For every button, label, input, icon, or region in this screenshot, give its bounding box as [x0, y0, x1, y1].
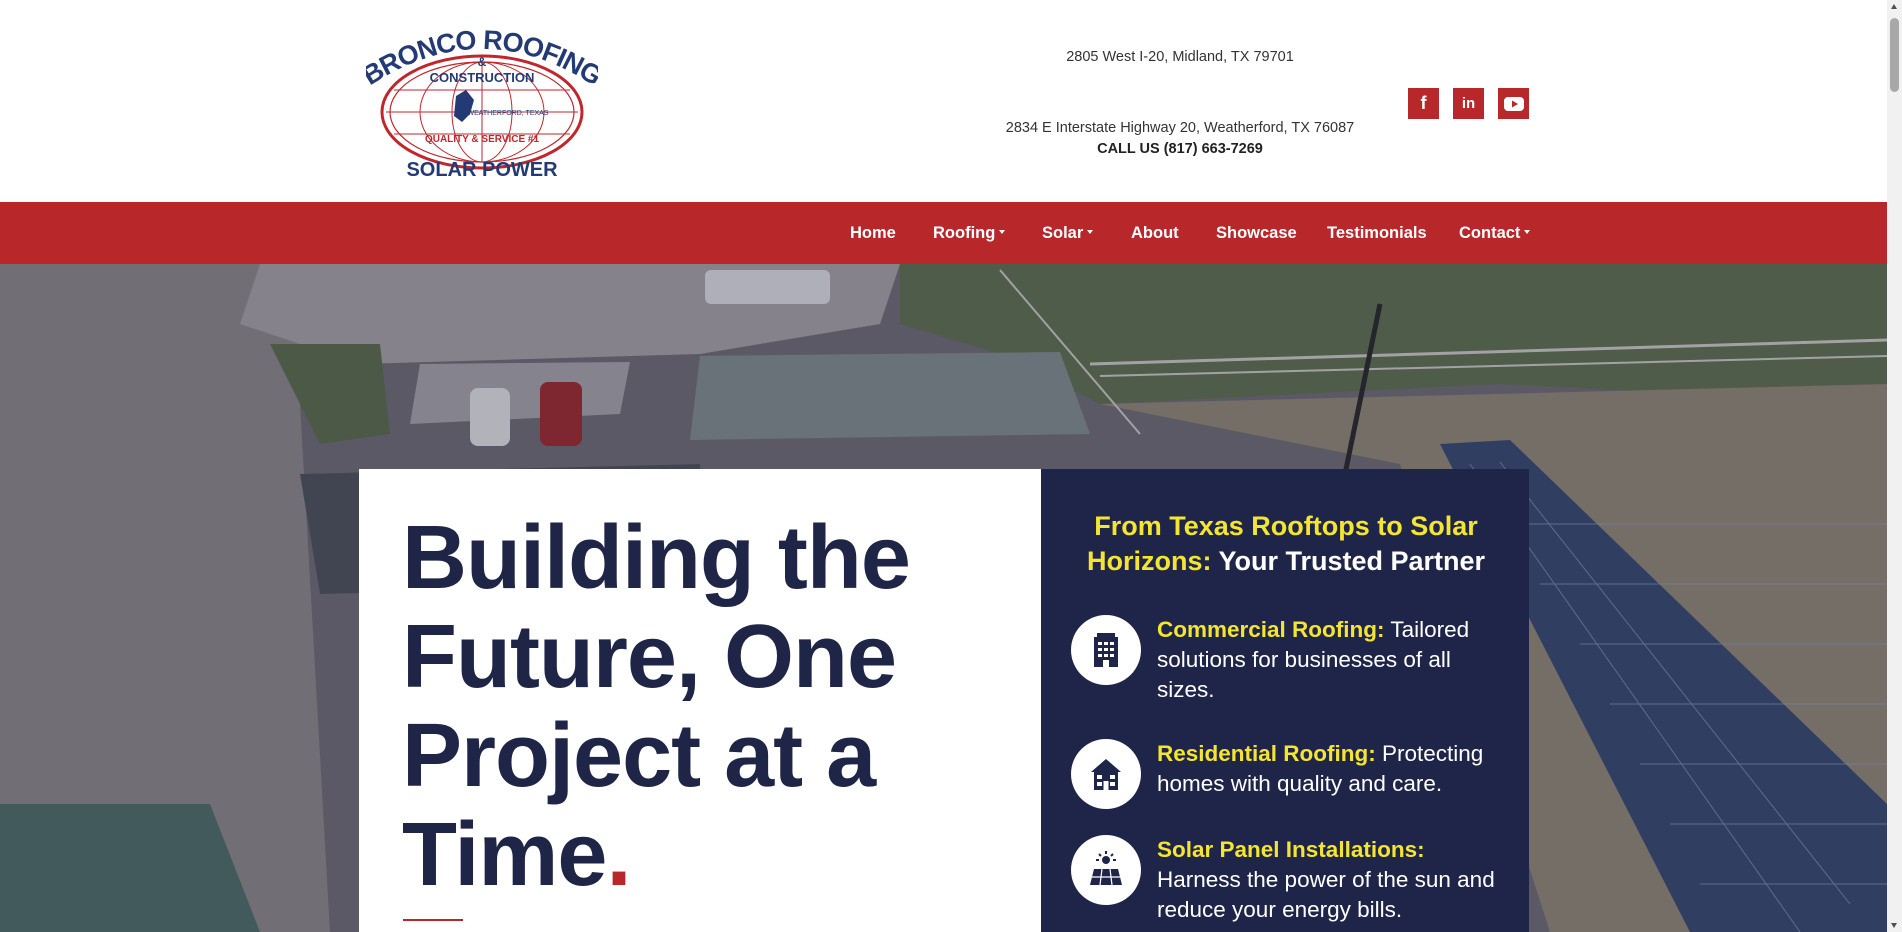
services-card: From Texas Rooftops to Solar Horizons: Y…	[1041, 469, 1529, 932]
youtube-link[interactable]	[1498, 88, 1529, 119]
nav-showcase-label: Showcase	[1216, 224, 1297, 242]
solar-panel-icon	[1071, 835, 1141, 905]
logo-line2: CONSTRUCTION	[430, 70, 535, 85]
headline-line-3: Project at a	[402, 706, 876, 806]
nav-contact[interactable]: Contact	[1459, 202, 1531, 264]
nav-solar-label: Solar	[1042, 224, 1084, 242]
facebook-icon: f	[1420, 93, 1427, 113]
house-icon	[1071, 739, 1141, 809]
feature-residential-title: Residential Roofing:	[1157, 741, 1376, 766]
tagline-rest: Your Trusted Partner	[1211, 546, 1486, 576]
feature-solar-title: Solar Panel Installations:	[1157, 837, 1425, 862]
services-tagline: From Texas Rooftops to Solar Horizons: Y…	[1071, 509, 1501, 579]
hero-headline-card: Building the Future, One Project at a Ti…	[359, 469, 1041, 932]
linkedin-link[interactable]: in	[1453, 88, 1484, 119]
site-header: BRONCO ROOFING & CONSTRUCTION WEATHERFOR…	[0, 0, 1887, 202]
headline-line-2: Future, One	[402, 607, 897, 707]
scroll-up-arrow-icon[interactable]	[1891, 4, 1897, 9]
feature-solar-text: Solar Panel Installations: Harness the p…	[1157, 835, 1497, 925]
nav-home[interactable]: Home	[850, 202, 896, 264]
nav-roofing[interactable]: Roofing	[933, 202, 1006, 264]
nav-about-label: About	[1131, 224, 1179, 242]
nav-solar[interactable]: Solar	[1042, 202, 1094, 264]
linkedin-icon: in	[1461, 95, 1476, 112]
chevron-down-icon	[1524, 229, 1531, 234]
nav-about[interactable]: About	[1131, 202, 1179, 264]
feature-residential-text: Residential Roofing: Protecting homes wi…	[1157, 739, 1497, 799]
nav-home-label: Home	[850, 224, 896, 242]
call-us-phone[interactable]: CALL US (817) 663-7269	[980, 141, 1380, 157]
office-building-icon	[1071, 615, 1141, 685]
nav-testimonials[interactable]: Testimonials	[1327, 202, 1427, 264]
youtube-icon	[1503, 96, 1524, 111]
hero-headline: Building the Future, One Project at a Ti…	[402, 509, 1002, 905]
address-midland: 2805 West I-20, Midland, TX 79701	[1066, 49, 1294, 65]
chevron-down-icon	[999, 229, 1006, 234]
logo-amp: &	[478, 55, 487, 69]
headline-line-1: Building the	[402, 508, 911, 608]
nav-testimonials-label: Testimonials	[1327, 224, 1427, 242]
nav-roofing-label: Roofing	[933, 224, 996, 242]
logo-location: WEATHERFORD, TEXAS	[467, 110, 548, 117]
page-scrollbar[interactable]	[1887, 0, 1902, 932]
logo-quality: QUALITY & SERVICE #1	[425, 134, 540, 145]
headline-line-4: Time	[402, 805, 607, 905]
feature-commercial-text: Commercial Roofing: Tailored solutions f…	[1157, 615, 1497, 705]
red-divider	[403, 919, 463, 921]
address-weatherford: 2834 E Interstate Highway 20, Weatherfor…	[1005, 120, 1355, 136]
facebook-link[interactable]: f	[1408, 88, 1439, 119]
feature-commercial-title: Commercial Roofing:	[1157, 617, 1385, 642]
logo-line3: SOLAR POWER	[406, 159, 558, 181]
main-nav: Home Roofing Solar About Showcase Testim…	[0, 202, 1887, 264]
nav-showcase[interactable]: Showcase	[1216, 202, 1297, 264]
scroll-down-arrow-icon[interactable]	[1891, 923, 1897, 928]
scrollbar-thumb[interactable]	[1890, 18, 1899, 92]
chevron-down-icon	[1087, 229, 1094, 234]
feature-solar-desc: Harness the power of the sun and reduce …	[1157, 867, 1495, 922]
nav-contact-label: Contact	[1459, 224, 1521, 242]
company-logo[interactable]: BRONCO ROOFING & CONSTRUCTION WEATHERFOR…	[357, 24, 607, 182]
headline-dot: .	[606, 805, 631, 905]
